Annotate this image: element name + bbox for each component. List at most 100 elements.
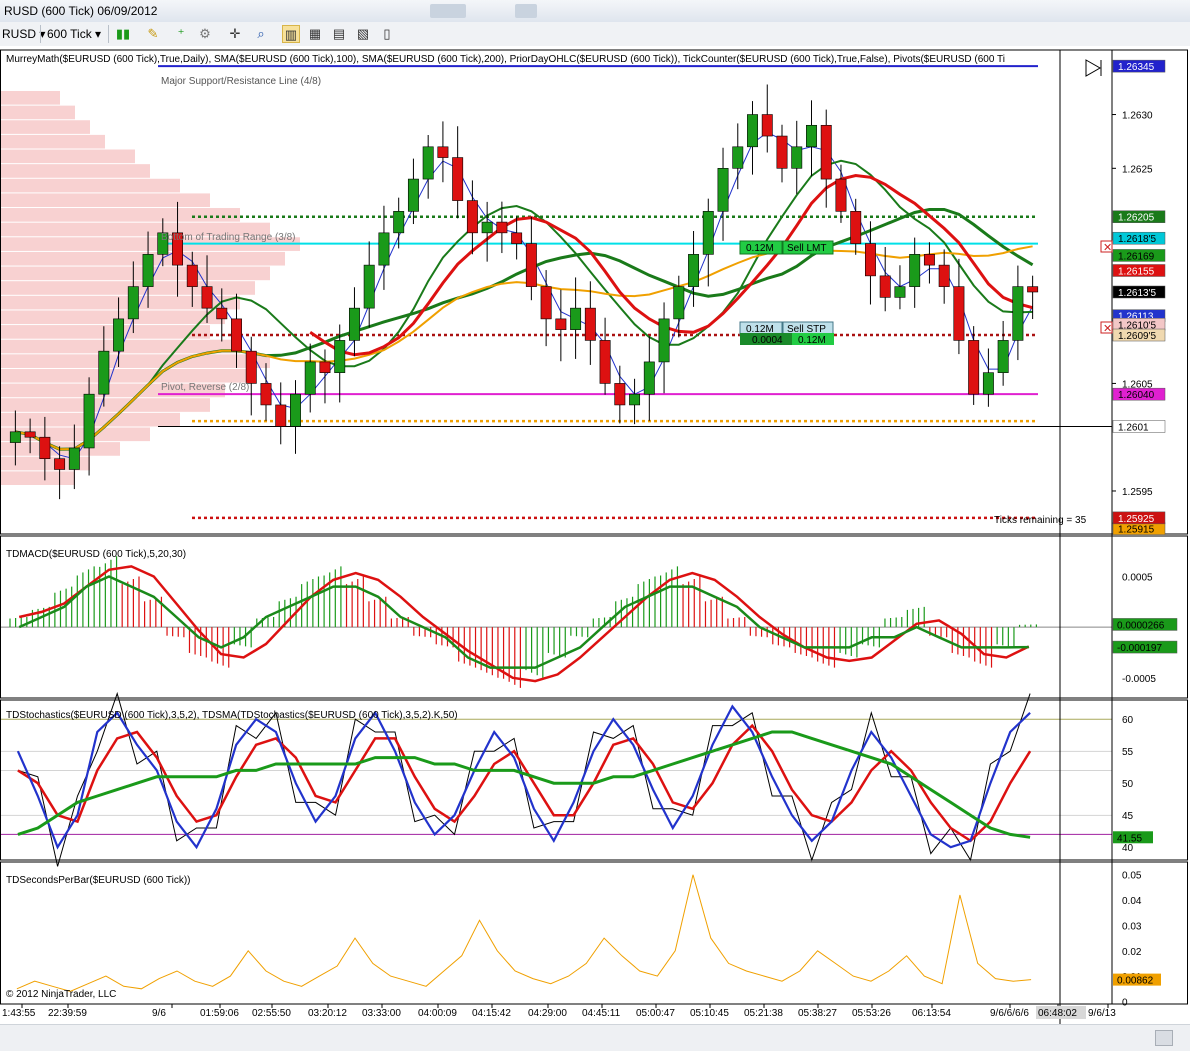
position-marker[interactable]: 0.0004 0.12M (740, 333, 834, 346)
macd-marker-label: 0.0000266 (1117, 620, 1165, 631)
candle-down (437, 146, 449, 158)
time-tick-label: 9/6 (152, 1008, 166, 1019)
candle-up (113, 318, 125, 352)
candle-up (1012, 286, 1024, 341)
time-tick-label: 04:45:11 (582, 1008, 621, 1019)
spb-tick-label: 0.05 (1122, 871, 1142, 882)
chart-toolbar: RUSD ▾ 600 Tick ▾ ▮▮ ✎ ⁺ ⚙ ✛ ⌕ ▥ ▦ ▤ ▧ ▯ (0, 22, 1190, 47)
candle-up (481, 221, 493, 234)
candle-down (540, 286, 552, 320)
volume-profile-bar (0, 310, 225, 325)
candle-down (511, 232, 523, 244)
window-titlebar: RUSD (600 Tick) 06/09/2012 (0, 0, 1190, 23)
blurred-region (515, 4, 537, 18)
volume-profile-bar (0, 471, 75, 485)
horizontal-scrollbar[interactable] (0, 1024, 1190, 1051)
volume-profile-bar (0, 325, 210, 339)
volume-profile-bar (0, 91, 60, 105)
zoom-icon[interactable]: ⌕ (252, 25, 270, 43)
candle-up (673, 286, 685, 320)
candle-down (24, 431, 36, 438)
time-tick-label: 05:21:38 (744, 1008, 783, 1019)
candle-up (643, 361, 655, 395)
volume-profile-bar (0, 120, 90, 134)
toolbar-separator (40, 25, 41, 43)
candle-up (806, 124, 817, 148)
scroll-thumb[interactable] (1155, 1030, 1173, 1046)
candle-down (835, 178, 847, 212)
sell-limit-qty: 0.12M (746, 243, 774, 254)
ticks-remaining: Ticks remaining = 35 (994, 515, 1087, 526)
stoch-tick-label: 55 (1122, 747, 1134, 758)
volume-profile-bar (0, 281, 255, 295)
volume-profile-bar (0, 251, 285, 266)
spb-tick-label: 0.03 (1122, 921, 1142, 932)
candle-down (864, 243, 876, 277)
candle-up (688, 254, 700, 287)
time-tick-label: 05:00:47 (636, 1008, 675, 1019)
candle-down (231, 318, 242, 352)
candle-up (9, 431, 21, 443)
chart-area[interactable]: 1.26301.26251.26051.25951.263451.262051.… (0, 46, 1190, 1024)
candle-up (894, 286, 906, 298)
copyright-label: © 2012 NinjaTrader, LLC (6, 989, 116, 1000)
stoch-tick-label: 45 (1122, 811, 1134, 822)
price-marker-label: 1.26205 (1118, 213, 1155, 224)
stochastics-label: TDStochastics($EURUSD (600 Tick),3,5,2),… (6, 710, 458, 721)
candle-up (83, 393, 95, 449)
price-marker-label: 1.25925 (1118, 514, 1155, 525)
candle-down (761, 114, 773, 137)
spb-tick-label: 0.04 (1122, 896, 1142, 907)
period-selector[interactable]: 600 Tick ▾ (47, 26, 101, 42)
bar-type-icon[interactable]: ▮▮ (114, 25, 132, 43)
time-tick-label: 9/6/13 (1088, 1008, 1116, 1019)
data-box-icon[interactable]: ▦ (306, 25, 324, 43)
draw-pencil-icon[interactable]: ✎ (144, 25, 162, 43)
candle-down (776, 135, 788, 169)
candle-up (363, 264, 375, 309)
close-icon: ✕ (1103, 242, 1112, 254)
candle-down (820, 124, 832, 180)
close-icon: ✕ (1103, 323, 1112, 335)
volume-profile-bar (0, 178, 180, 193)
crosshair-icon[interactable]: ✛ (226, 25, 244, 43)
price-tick-label: 1.2625 (1122, 164, 1153, 175)
candle-down (216, 307, 228, 320)
candle-up (304, 361, 316, 395)
cancel-order-button[interactable]: ✕ (1100, 240, 1113, 254)
instrument-selector[interactable]: RUSD ▾ (2, 26, 45, 42)
candle-up (717, 168, 729, 212)
candle-down (599, 340, 611, 384)
candle-up (422, 146, 434, 180)
cancel-order-button[interactable]: ✕ (1100, 321, 1113, 335)
volume-profile-bar (0, 134, 105, 149)
candle-down (584, 307, 596, 341)
time-tick-label: 1:43:55 (2, 1008, 36, 1019)
indicator-label: MurreyMath($EURUSD (600 Tick),True,Daily… (6, 54, 1005, 65)
template-icon[interactable]: ▯ (378, 25, 396, 43)
blurred-region (430, 4, 466, 18)
candle-up (658, 318, 670, 363)
spb-marker-label: 0.00862 (1117, 976, 1154, 987)
candle-down (953, 286, 965, 341)
window-title: RUSD (600 Tick) 06/09/2012 (4, 4, 158, 18)
candle-up (909, 254, 921, 287)
strategy-icon[interactable]: ⚙ (196, 25, 214, 43)
time-tick-label: 05:10:45 (690, 1008, 729, 1019)
template-icon[interactable]: ▧ (354, 25, 372, 43)
candle-up (570, 307, 582, 330)
volume-profile-bar (0, 398, 210, 412)
add-indicator-icon[interactable]: ⁺ (172, 25, 190, 43)
time-tick-label: 03:33:00 (362, 1008, 401, 1019)
sell-limit-label: Sell LMT (787, 243, 826, 254)
price-marker-label: 1.26169 (1118, 251, 1155, 262)
macd-tick-label: 0.0005 (1122, 573, 1153, 584)
time-tick-label: 06:48:02 (1038, 1008, 1077, 1019)
price-marker-label: 1.26345 (1118, 62, 1155, 73)
time-tick-label: 04:00:09 (418, 1008, 457, 1019)
properties-icon[interactable]: ▤ (330, 25, 348, 43)
time-tick-label: 04:15:42 (472, 1008, 511, 1019)
sell-limit-order[interactable]: 0.12M Sell LMT (739, 240, 834, 255)
major-support-annotation: Major Support/Resistance Line (4/8) (161, 76, 321, 87)
chart-style-icon[interactable]: ▥ (282, 25, 300, 43)
